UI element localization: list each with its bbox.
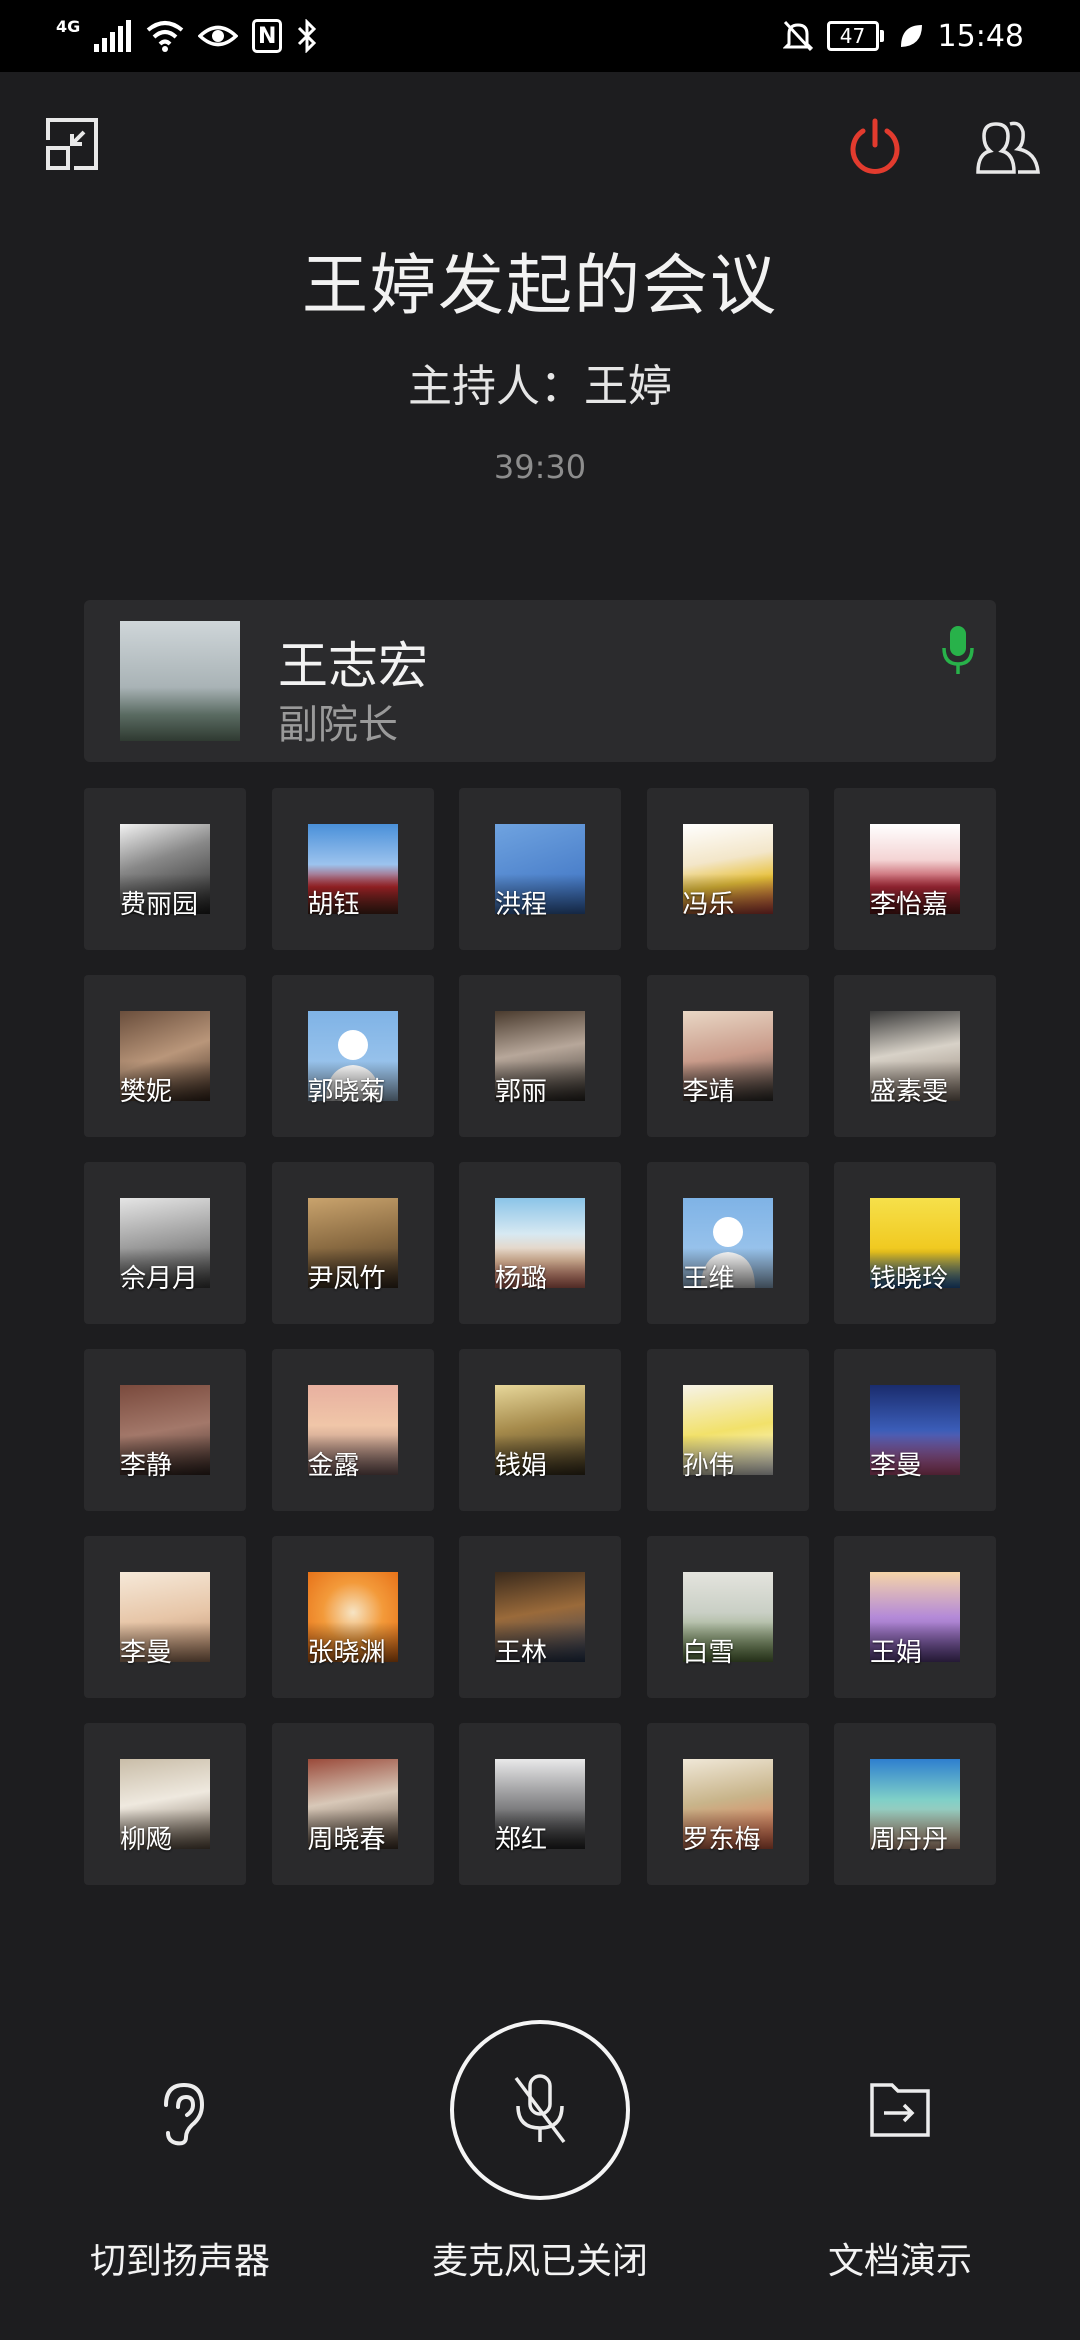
participant-tile[interactable]: 郑红 <box>459 1723 621 1885</box>
participant-name: 王娟 <box>870 1638 923 1668</box>
meeting-screen: 4G N 47 15:48 王婷发起的会议 主持人：王婷 39:30 王志宏 副… <box>0 0 1080 2340</box>
switch-to-speaker-label: 切到扬声器 <box>89 2241 270 2282</box>
participant-tile[interactable]: 周晓春 <box>271 1723 434 1885</box>
participant-name: 李怡嘉 <box>870 890 949 920</box>
participant-tile[interactable]: 柳飏 <box>84 1723 246 1885</box>
members-button[interactable] <box>970 112 1046 182</box>
document-presentation-label: 文档演示 <box>827 2241 972 2282</box>
status-bar: 4G N 47 15:48 <box>0 0 1080 72</box>
battery-icon: 47 <box>826 21 884 51</box>
participant-name: 周丹丹 <box>870 1825 949 1855</box>
participant-tile[interactable]: 郭丽 <box>459 975 621 1137</box>
participant-tile[interactable]: 盛素雯 <box>834 975 996 1137</box>
participant-name: 白雪 <box>682 1638 735 1668</box>
mic-off-icon <box>514 2074 566 2144</box>
participant-tile[interactable]: 洪程 <box>459 788 621 950</box>
share-document-icon <box>870 2083 930 2137</box>
status-bar-left: 4G N <box>56 16 318 53</box>
signal-icon <box>94 20 132 52</box>
participant-name: 胡钰 <box>307 890 360 920</box>
participant-tile[interactable]: 李曼 <box>834 1349 996 1511</box>
participant-name: 郭丽 <box>495 1077 548 1107</box>
participant-tile[interactable]: 李怡嘉 <box>834 788 996 950</box>
ear-icon <box>164 2082 205 2146</box>
participant-name: 钱娟 <box>495 1451 548 1481</box>
participant-tile[interactable]: 李靖 <box>646 975 809 1137</box>
participant-name: 洪程 <box>495 890 548 920</box>
network-type: 4G <box>56 16 81 36</box>
participant-name: 金露 <box>307 1451 360 1481</box>
exit-fullscreen-button[interactable] <box>40 112 104 176</box>
participant-name: 李静 <box>120 1451 173 1481</box>
participant-tile[interactable]: 樊妮 <box>84 975 246 1137</box>
wifi-icon <box>146 21 184 52</box>
participant-tile[interactable]: 李静 <box>84 1349 246 1511</box>
status-bar-right: 47 15:48 <box>782 18 1024 54</box>
active-speaker-card[interactable]: 王志宏 副院长 <box>84 600 996 762</box>
exit-fullscreen-icon <box>46 118 98 170</box>
participant-tile[interactable]: 钱晓玲 <box>834 1162 996 1324</box>
participant-name: 张晓渊 <box>307 1638 386 1668</box>
meeting-title: 王婷发起的会议 <box>302 247 778 324</box>
participant-tile[interactable]: 金露 <box>271 1349 434 1511</box>
battery-level: 47 <box>826 21 879 51</box>
participant-tile[interactable]: 杨璐 <box>459 1162 621 1324</box>
clock: 15:48 <box>937 18 1024 54</box>
participant-tile[interactable]: 冯乐 <box>646 788 809 950</box>
participant-name: 盛素雯 <box>870 1077 949 1107</box>
participant-name: 郑红 <box>495 1825 548 1855</box>
participant-name: 罗东梅 <box>682 1825 761 1855</box>
participant-tile[interactable]: 钱娟 <box>459 1349 621 1511</box>
participant-name: 佘月月 <box>120 1264 199 1294</box>
participant-tile[interactable]: 罗东梅 <box>646 1723 809 1885</box>
participant-tile[interactable]: 佘月月 <box>84 1162 246 1324</box>
eye-comfort-icon <box>198 25 239 47</box>
bluetooth-icon <box>298 19 317 53</box>
participant-tile[interactable]: 胡钰 <box>271 788 434 950</box>
participant-tile[interactable]: 王维 <box>646 1162 809 1324</box>
participant-name: 周晓春 <box>307 1825 386 1855</box>
mute-notifications-icon <box>782 20 813 52</box>
end-meeting-button[interactable] <box>840 112 910 182</box>
participant-tile[interactable]: 张晓渊 <box>271 1536 434 1698</box>
participant-name: 樊妮 <box>120 1077 173 1107</box>
participant-name: 郭晓菊 <box>307 1077 386 1107</box>
participant-grid: 费丽园 胡钰 洪程 冯乐 李怡嘉樊妮 郭晓菊 郭丽 李靖 盛素雯佘月月 尹凤竹 杨璐 王维 钱晓玲李静 金… <box>84 788 996 1885</box>
participant-name: 钱晓玲 <box>870 1264 949 1294</box>
participant-name: 李曼 <box>870 1451 923 1481</box>
switch-to-speaker-button[interactable] <box>150 2078 214 2150</box>
participant-name: 王林 <box>495 1638 548 1668</box>
participant-name: 孙伟 <box>682 1451 735 1481</box>
participant-tile[interactable]: 周丹丹 <box>834 1723 996 1885</box>
participant-tile[interactable]: 尹凤竹 <box>271 1162 434 1324</box>
participant-name: 费丽园 <box>120 890 199 920</box>
participant-name: 柳飏 <box>120 1825 173 1855</box>
participant-name: 李曼 <box>120 1638 173 1668</box>
members-icon <box>976 121 1040 174</box>
participant-name: 杨璐 <box>495 1264 548 1294</box>
microphone-status-label: 麦克风已关闭 <box>431 2241 648 2282</box>
power-icon <box>850 118 900 174</box>
participant-tile[interactable]: 孙伟 <box>646 1349 809 1511</box>
participant-name: 李靖 <box>682 1077 735 1107</box>
participant-name: 尹凤竹 <box>307 1264 386 1294</box>
speaker-name: 王志宏 <box>278 637 428 695</box>
participant-tile[interactable]: 王林 <box>459 1536 621 1698</box>
speaker-avatar <box>120 621 240 741</box>
participant-tile[interactable]: 白雪 <box>646 1536 809 1698</box>
participant-tile[interactable]: 王娟 <box>834 1536 996 1698</box>
meeting-timer: 39:30 <box>493 448 587 486</box>
document-presentation-button[interactable] <box>866 2080 934 2140</box>
nfc-icon: N <box>252 19 283 53</box>
participant-name: 冯乐 <box>682 890 735 920</box>
meeting-host: 主持人：王婷 <box>408 361 672 412</box>
speaker-role: 副院长 <box>278 702 398 748</box>
participant-name: 王维 <box>682 1264 735 1294</box>
microphone-icon <box>942 626 974 674</box>
participant-tile[interactable]: 费丽园 <box>84 788 246 950</box>
toggle-microphone-button[interactable] <box>450 2020 630 2200</box>
participant-tile[interactable]: 郭晓菊 <box>271 975 434 1137</box>
leaf-icon <box>900 25 922 47</box>
participant-tile[interactable]: 李曼 <box>84 1536 246 1698</box>
